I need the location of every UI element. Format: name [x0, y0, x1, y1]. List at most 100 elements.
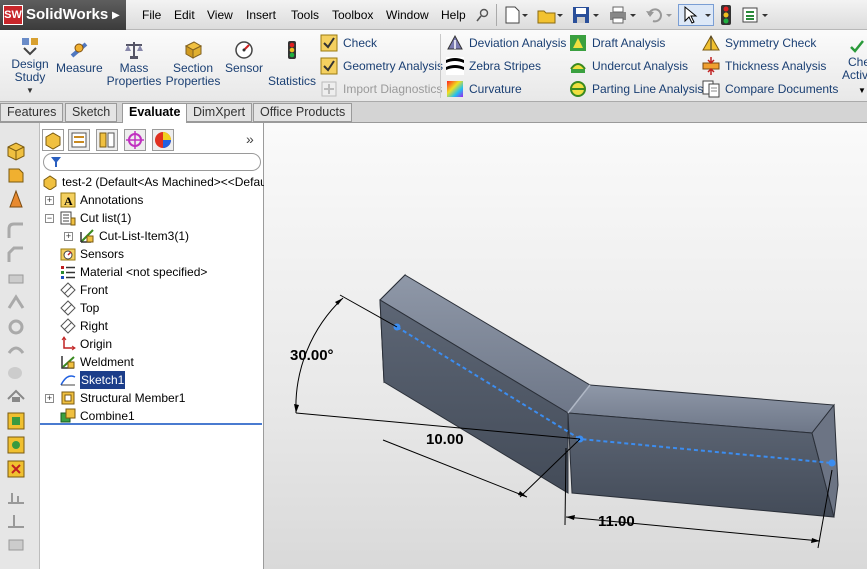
- thickness-analysis-button[interactable]: Thickness Analysis: [702, 57, 826, 75]
- end-cap-icon[interactable]: [6, 535, 26, 555]
- menu-view[interactable]: View: [207, 8, 233, 22]
- new-icon[interactable]: [502, 5, 530, 25]
- rebuild-icon[interactable]: [716, 5, 736, 25]
- select-button[interactable]: [678, 4, 714, 26]
- menu-window[interactable]: Window: [386, 8, 429, 22]
- menu-toolbox[interactable]: Toolbox: [332, 8, 373, 22]
- tree-item-weldment[interactable]: Weldment: [40, 353, 264, 371]
- tree-item-label: Origin: [80, 337, 113, 351]
- rollback-bar[interactable]: [40, 423, 262, 425]
- sketch-endpoint[interactable]: [828, 459, 836, 467]
- sweep-icon[interactable]: [6, 189, 26, 209]
- model-viewport[interactable]: [264, 123, 867, 569]
- pattern-icon[interactable]: [6, 459, 26, 479]
- dome-icon[interactable]: [6, 363, 26, 383]
- revolve-icon[interactable]: [6, 165, 26, 185]
- manager-tabs: »: [40, 127, 264, 153]
- geometry-analysis-button[interactable]: Geometry Analysis: [320, 57, 443, 75]
- undercut-analysis-button[interactable]: Undercut Analysis: [569, 57, 688, 75]
- tree-item-material[interactable]: Material <not specified>: [40, 263, 264, 281]
- tab-office-products[interactable]: Office Products: [253, 103, 353, 122]
- tree-item-label: Structural Member1: [80, 391, 186, 405]
- shell-icon[interactable]: [6, 293, 26, 313]
- sensor-button[interactable]: Sensor: [224, 40, 264, 75]
- deviation-analysis-button[interactable]: Deviation Analysis: [446, 34, 566, 52]
- length-dimension-2[interactable]: 11.00: [598, 513, 635, 530]
- curvature-button[interactable]: Curvature: [446, 80, 522, 98]
- length-dimension-1[interactable]: 10.00: [426, 431, 464, 448]
- tab-features[interactable]: Features: [0, 103, 64, 122]
- import-diagnostics-button[interactable]: Import Diagnostics: [320, 80, 442, 98]
- rib-icon[interactable]: [6, 269, 26, 289]
- expander[interactable]: +: [45, 196, 54, 205]
- import-diagnostics-icon: [321, 81, 337, 97]
- weldment-bead-icon[interactable]: [6, 487, 26, 507]
- curves-icon[interactable]: [6, 411, 26, 431]
- zebra-stripes-button[interactable]: Zebra Stripes: [446, 57, 541, 75]
- property-manager-tab[interactable]: [68, 129, 90, 151]
- check-active-button[interactable]: Che Activ: [842, 38, 867, 82]
- tree-item-cut-list-item[interactable]: + Cut-List-Item3(1): [40, 227, 264, 245]
- tree-item-sketch1[interactable]: Sketch1: [40, 371, 264, 389]
- pin-icon[interactable]: [474, 5, 492, 25]
- reference-geometry-icon[interactable]: [6, 385, 26, 405]
- mass-properties-button[interactable]: Mass Properties: [104, 40, 164, 88]
- open-icon[interactable]: [535, 5, 565, 25]
- tree-item-right[interactable]: Right: [40, 317, 264, 335]
- tab-dimxpert[interactable]: DimXpert: [186, 103, 253, 122]
- dimxpert-manager-tab[interactable]: [124, 129, 146, 151]
- menu-insert[interactable]: Insert: [246, 8, 276, 22]
- chamfer-icon[interactable]: [6, 245, 26, 265]
- draft-icon[interactable]: [6, 317, 26, 337]
- design-study-button[interactable]: Design Study ▼: [8, 36, 52, 97]
- tree-item-annotations[interactable]: + A Annotations: [40, 191, 264, 209]
- toolbar-separator: [496, 4, 497, 26]
- weldment-part[interactable]: [379, 273, 839, 518]
- wrap-icon[interactable]: [6, 341, 26, 361]
- design-study-dropdown-icon[interactable]: ▼: [8, 84, 52, 97]
- expander[interactable]: −: [45, 214, 54, 223]
- trim-extend-icon[interactable]: [6, 511, 26, 531]
- section-properties-button[interactable]: Section Properties: [164, 40, 222, 88]
- compare-documents-button[interactable]: Compare Documents: [702, 80, 838, 98]
- options-icon[interactable]: [740, 5, 772, 25]
- tree-item-sensors[interactable]: Sensors: [40, 245, 264, 263]
- statistics-button[interactable]: Statistics: [268, 40, 316, 88]
- expand-panel-icon[interactable]: »: [246, 131, 254, 147]
- parting-line-analysis-button[interactable]: Parting Line Analysis: [569, 80, 703, 98]
- tree-item-origin[interactable]: Origin: [40, 335, 264, 353]
- undo-icon[interactable]: [643, 5, 675, 25]
- feature-manager-tab[interactable]: [42, 129, 64, 151]
- instant3d-icon[interactable]: [6, 435, 26, 455]
- menu-edit[interactable]: Edit: [174, 8, 195, 22]
- left-toolbar: [0, 123, 40, 569]
- tree-item-structural-member1[interactable]: + Structural Member1: [40, 389, 264, 407]
- tree-item-top[interactable]: Top: [40, 299, 264, 317]
- ribbon-scroll-down-icon[interactable]: ▼: [858, 86, 866, 95]
- menu-tools[interactable]: Tools: [291, 8, 319, 22]
- plane-icon: [60, 282, 76, 298]
- tree-root[interactable]: test-2 (Default<As Machined><<Default: [40, 173, 273, 191]
- tree-item-cut-list[interactable]: − Cut list(1): [40, 209, 264, 227]
- angle-dimension[interactable]: 30.00°: [290, 347, 334, 364]
- check-button[interactable]: Check: [320, 34, 377, 52]
- display-manager-tab[interactable]: [152, 129, 174, 151]
- tree-filter-input[interactable]: [43, 153, 261, 171]
- draft-analysis-button[interactable]: Draft Analysis: [569, 34, 665, 52]
- extrude-icon[interactable]: [6, 141, 26, 161]
- menu-file[interactable]: File: [142, 8, 161, 22]
- configuration-manager-tab[interactable]: [96, 129, 118, 151]
- print-icon[interactable]: [607, 5, 639, 25]
- tree-item-front[interactable]: Front: [40, 281, 264, 299]
- graphics-area[interactable]: 30.00° 10.00 11.00: [264, 123, 867, 569]
- tab-evaluate[interactable]: Evaluate: [122, 103, 188, 124]
- tab-sketch[interactable]: Sketch: [65, 103, 118, 122]
- expander[interactable]: +: [64, 232, 73, 241]
- symmetry-check-button[interactable]: Symmetry Check: [702, 34, 816, 52]
- fillet-icon[interactable]: [6, 221, 26, 241]
- expander[interactable]: +: [45, 394, 54, 403]
- save-icon[interactable]: [570, 5, 602, 25]
- measure-button[interactable]: Measure: [56, 40, 103, 75]
- menu-help[interactable]: Help: [441, 8, 466, 22]
- app-logo[interactable]: SW SolidWorks ▶: [0, 0, 126, 30]
